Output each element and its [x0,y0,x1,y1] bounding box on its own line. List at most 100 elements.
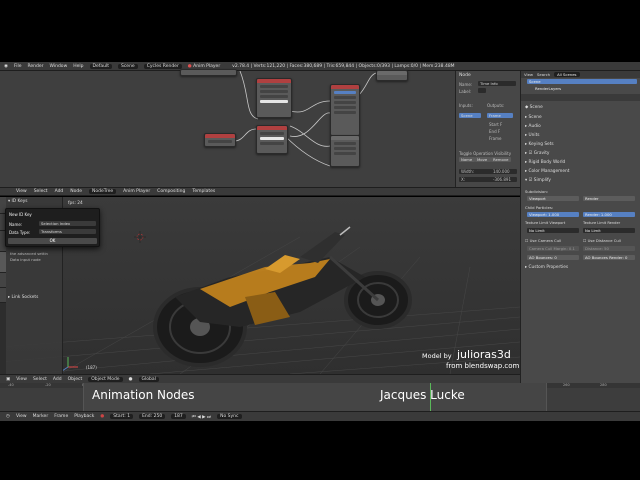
sync-select[interactable]: No Sync [217,414,242,419]
section-audio[interactable]: ▸ Audio [525,124,541,129]
vp-menu-add[interactable]: Add [53,377,62,382]
vp-menu-select[interactable]: Select [33,377,47,382]
section-color-management[interactable]: ▸ Color Management [525,169,569,174]
name-button[interactable]: Name [459,157,475,162]
tab-animation[interactable] [0,252,6,273]
scene-select[interactable]: Scene [117,63,138,69]
use-distance-cull[interactable]: ☐ Use Distance Cull [583,238,621,243]
anim-player-button[interactable]: ● Anim Player [188,64,220,69]
node-tree-select[interactable]: NodeTree [89,189,117,194]
child-particles-render[interactable]: Render: 1.000 [583,212,635,217]
vp-menu-object[interactable]: Object [68,377,83,382]
view3d-icon[interactable]: ▣ [6,377,10,382]
id-keys-section[interactable]: ▾ ID Keys [8,199,28,204]
x-label: X: [461,177,466,182]
tab-grease[interactable] [0,288,6,303]
outliner-layers[interactable]: RenderLayers [533,86,593,91]
playback-controls[interactable]: ⏮ ◀ ▶ ⏭ [192,414,211,420]
mode-select[interactable]: Object Mode [88,376,123,382]
section-label: Gravity [533,151,550,156]
editor-anim-player[interactable]: Anim Player [123,189,150,194]
child-particles-viewport[interactable]: Viewport: 1.000 [527,212,579,217]
section-keying-sets[interactable]: ▸ Keying Sets [525,142,554,147]
section-gravity[interactable]: ▸ ☑ Gravity [525,151,549,156]
camera-cull-margin[interactable]: Camera Cull Margin: 0.1 [527,246,579,251]
end-label: End F [489,129,501,134]
node-a[interactable] [256,78,292,118]
engine-select[interactable]: Cycles Render [143,63,182,69]
link-sockets-section[interactable]: ▸ Link Sockets [8,295,38,300]
orientation-select[interactable]: Global [138,376,159,382]
node-label-field[interactable] [478,88,486,93]
subdivision-viewport[interactable]: Viewport [527,196,579,201]
node-f[interactable] [376,70,408,81]
menu-view[interactable]: View [16,189,27,194]
node-c[interactable] [256,125,288,154]
popup-name-field[interactable]: Selection Index [39,221,96,226]
menu-node[interactable]: Node [70,189,82,194]
outliner-filter[interactable]: All Scenes [554,72,580,77]
info-header: ◉ File Render Window Help Default Scene … [0,62,640,71]
layout-select[interactable]: Default [89,63,112,69]
frame-socket[interactable]: Frame [487,113,513,118]
tl-menu-playback[interactable]: Playback [74,414,94,419]
shading-icon[interactable]: ● [129,377,133,382]
section-scene[interactable]: ▸ Scene [525,115,542,120]
scene-socket[interactable]: Scene [459,113,481,118]
child-particles-label: Child Particles: [525,205,554,210]
section-simplify[interactable]: ▾ ☑ Simplify [525,178,551,183]
tex-limit-vp-select[interactable]: No Limit [527,228,579,233]
properties-tabs[interactable] [521,94,640,101]
menu-templates[interactable]: Templates [192,189,215,194]
move-button[interactable]: Move [475,157,491,162]
current-frame-field[interactable]: 187 [171,414,186,419]
node-top-left[interactable] [180,69,237,76]
tl-menu-marker[interactable]: Marker [33,414,49,419]
x-field[interactable]: X: -306.891 [459,177,517,182]
menu-render[interactable]: Render [27,64,43,69]
node-d[interactable] [330,84,360,136]
outliner-search[interactable]: Search [537,72,550,77]
section-rigid-body[interactable]: ▸ Rigid Body World [525,160,565,165]
timeline[interactable]: -40 -20 0 20 40 60 80 100 120 140 160 18… [0,383,640,411]
tex-limit-r-select[interactable]: No Limit [583,228,635,233]
ok-button[interactable]: OK [8,238,97,244]
menu-compositing[interactable]: Compositing [157,189,185,194]
frame-tag: (187) [86,365,97,370]
popup-type-select[interactable]: Transforms [39,229,96,234]
distance-field[interactable]: Distance: 50 [583,246,635,251]
ao-bounces-render[interactable]: AO Bounces Render: 0 [583,255,635,260]
menu-select[interactable]: Select [34,189,48,194]
outliner-scene[interactable]: Scene [527,79,637,84]
clock-icon[interactable]: ◷ [6,414,10,419]
toggle-visibility-label[interactable]: Toggle Operation Visibility [459,151,511,156]
node-b[interactable] [204,133,236,147]
end-frame-field[interactable]: End: 250 [139,414,166,419]
use-camera-cull[interactable]: ☐ Use Camera Cull [525,238,561,243]
remove-button[interactable]: Remove [491,157,511,162]
tab-physics[interactable] [0,273,6,288]
menu-help[interactable]: Help [73,64,83,69]
outliner-view[interactable]: View [524,72,533,77]
menu-window[interactable]: Window [50,64,68,69]
ao-bounces[interactable]: AO Bounces: 0 [527,255,579,260]
menu-add[interactable]: Add [55,189,64,194]
node-name-field[interactable]: Time Info [478,81,516,86]
section-custom-properties[interactable]: ▸ Custom Properties [525,265,568,270]
subdivision-render[interactable]: Render [583,196,635,201]
record-icon[interactable]: ● [100,414,104,419]
start-frame-field[interactable]: Start: 1 [110,414,134,419]
tl-menu-frame[interactable]: Frame [54,414,68,419]
menu-file[interactable]: File [14,64,22,69]
tl-menu-view[interactable]: View [16,414,27,419]
author-label: julioras3d [457,348,511,361]
node-e[interactable] [330,135,360,167]
blender-icon[interactable]: ◉ [4,64,8,69]
frame-rate-label: Frame [489,136,502,141]
section-units[interactable]: ▸ Units [525,133,540,138]
node-editor[interactable] [0,69,455,187]
caption-left: Animation Nodes [92,388,195,402]
vp-menu-view[interactable]: View [16,377,27,382]
width-field[interactable]: Width: 140.000 [459,169,517,174]
scene-header-label: Scene [529,105,543,110]
